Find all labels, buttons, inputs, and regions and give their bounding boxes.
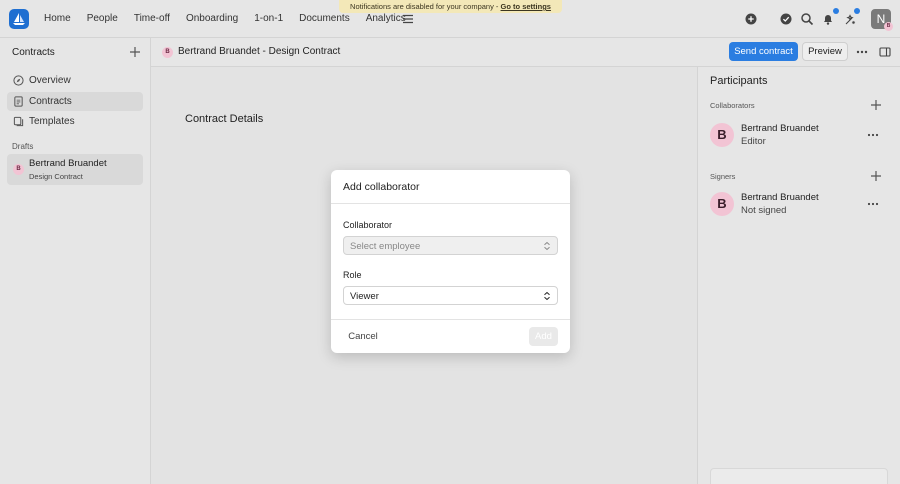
participants-panel: Participants Collaborators B Bertrand Br…: [697, 67, 900, 484]
collaborator-name: Bertrand Bruandet: [741, 123, 819, 134]
add-collaborator-dialog: Add collaborator Collaborator Select emp…: [331, 170, 570, 353]
collaborator-select-placeholder: Select employee: [350, 241, 421, 252]
signer-more-icon[interactable]: [866, 198, 880, 210]
sidebar-item-label: Templates: [29, 116, 75, 127]
preview-button[interactable]: Preview: [802, 42, 848, 61]
chevron-updown-icon: [544, 291, 550, 301]
new-contract-icon[interactable]: [129, 46, 141, 58]
contract-avatar: B: [162, 47, 173, 58]
contract-title: Bertrand Bruandet - Design Contract: [178, 46, 341, 57]
draft-subtitle: Design Contract: [29, 172, 83, 181]
dialog-footer-divider: [331, 319, 570, 320]
top-navigation: Home People Time-off Onboarding 1-on-1 D…: [0, 0, 900, 38]
sidebar-item-templates[interactable]: Templates: [7, 112, 143, 131]
add-signer-icon[interactable]: [870, 170, 882, 182]
app-logo[interactable]: [9, 9, 29, 29]
more-options-icon[interactable]: [855, 46, 869, 58]
sidebar-title: Contracts: [12, 47, 55, 58]
collaborator-more-icon[interactable]: [866, 129, 880, 141]
sidebar-item-label: Contracts: [29, 96, 72, 107]
add-collaborator-icon[interactable]: [870, 99, 882, 111]
nav-1-on-1[interactable]: 1-on-1: [254, 13, 283, 24]
signer-status: Not signed: [741, 205, 787, 216]
chevron-updown-icon: [544, 241, 550, 251]
toggle-panel-icon[interactable]: [879, 46, 891, 58]
sidebar-item-label: Overview: [29, 75, 71, 86]
signer-avatar: B: [710, 192, 734, 216]
contract-header: B Bertrand Bruandet - Design Contract Se…: [151, 38, 900, 67]
collaborator-role: Editor: [741, 136, 766, 147]
go-to-settings-link[interactable]: Go to settings: [501, 2, 551, 11]
draft-name: Bertrand Bruandet: [29, 158, 107, 169]
signer-row: B Bertrand Bruandet Not signed: [710, 192, 890, 218]
collaborators-label: Collaborators: [710, 101, 755, 110]
dialog-divider: [331, 203, 570, 204]
user-company-badge: B: [884, 22, 893, 31]
sidebar-item-overview[interactable]: Overview: [7, 71, 143, 90]
tools-notification-dot: [854, 8, 860, 14]
panel-footer-card: [710, 468, 888, 484]
sparkle-tools-icon[interactable]: [843, 12, 857, 26]
role-field-label: Role: [343, 270, 362, 280]
send-contract-button[interactable]: Send contract: [729, 42, 798, 61]
contract-details-title: Contract Details: [185, 113, 264, 125]
nav-time-off[interactable]: Time-off: [134, 13, 170, 24]
bell-notification-dot: [833, 8, 839, 14]
menu-icon[interactable]: [401, 12, 415, 26]
draft-item[interactable]: B Bertrand Bruandet Design Contract: [7, 154, 143, 185]
dialog-title: Add collaborator: [343, 181, 420, 193]
sidebar-item-contracts[interactable]: Contracts: [7, 92, 143, 111]
nav-people[interactable]: People: [87, 13, 118, 24]
notification-banner: Notifications are disabled for your comp…: [339, 0, 562, 13]
drafts-section-label: Drafts: [12, 142, 34, 151]
nav-documents[interactable]: Documents: [299, 13, 350, 24]
contracts-sidebar: Contracts Overview Contracts Templates D…: [0, 38, 151, 484]
role-select-value: Viewer: [350, 291, 379, 302]
role-select[interactable]: Viewer: [343, 286, 558, 305]
participants-title: Participants: [710, 75, 768, 87]
add-circle-icon[interactable]: [744, 12, 758, 26]
check-circle-icon[interactable]: [779, 12, 793, 26]
compass-icon: [13, 75, 24, 86]
collaborator-field-label: Collaborator: [343, 220, 393, 230]
banner-text: Notifications are disabled for your comp…: [350, 2, 501, 11]
main-nav: Home People Time-off Onboarding 1-on-1 D…: [36, 13, 414, 24]
document-icon: [14, 96, 23, 107]
search-icon[interactable]: [800, 12, 814, 26]
cancel-button[interactable]: Cancel: [343, 329, 383, 345]
signer-name: Bertrand Bruandet: [741, 192, 819, 203]
bell-icon[interactable]: [821, 12, 835, 26]
template-icon: [13, 116, 24, 127]
collaborator-select[interactable]: Select employee: [343, 236, 558, 255]
nav-onboarding[interactable]: Onboarding: [186, 13, 238, 24]
collaborator-avatar: B: [710, 123, 734, 147]
nav-analytics[interactable]: Analytics: [366, 13, 406, 24]
user-avatar[interactable]: N B: [871, 9, 893, 31]
sailboat-icon: [13, 13, 25, 25]
collaborator-row: B Bertrand Bruandet Editor: [710, 123, 890, 149]
add-button[interactable]: Add: [529, 327, 558, 346]
draft-avatar: B: [13, 164, 24, 175]
signers-label: Signers: [710, 172, 736, 181]
nav-home[interactable]: Home: [44, 13, 71, 24]
